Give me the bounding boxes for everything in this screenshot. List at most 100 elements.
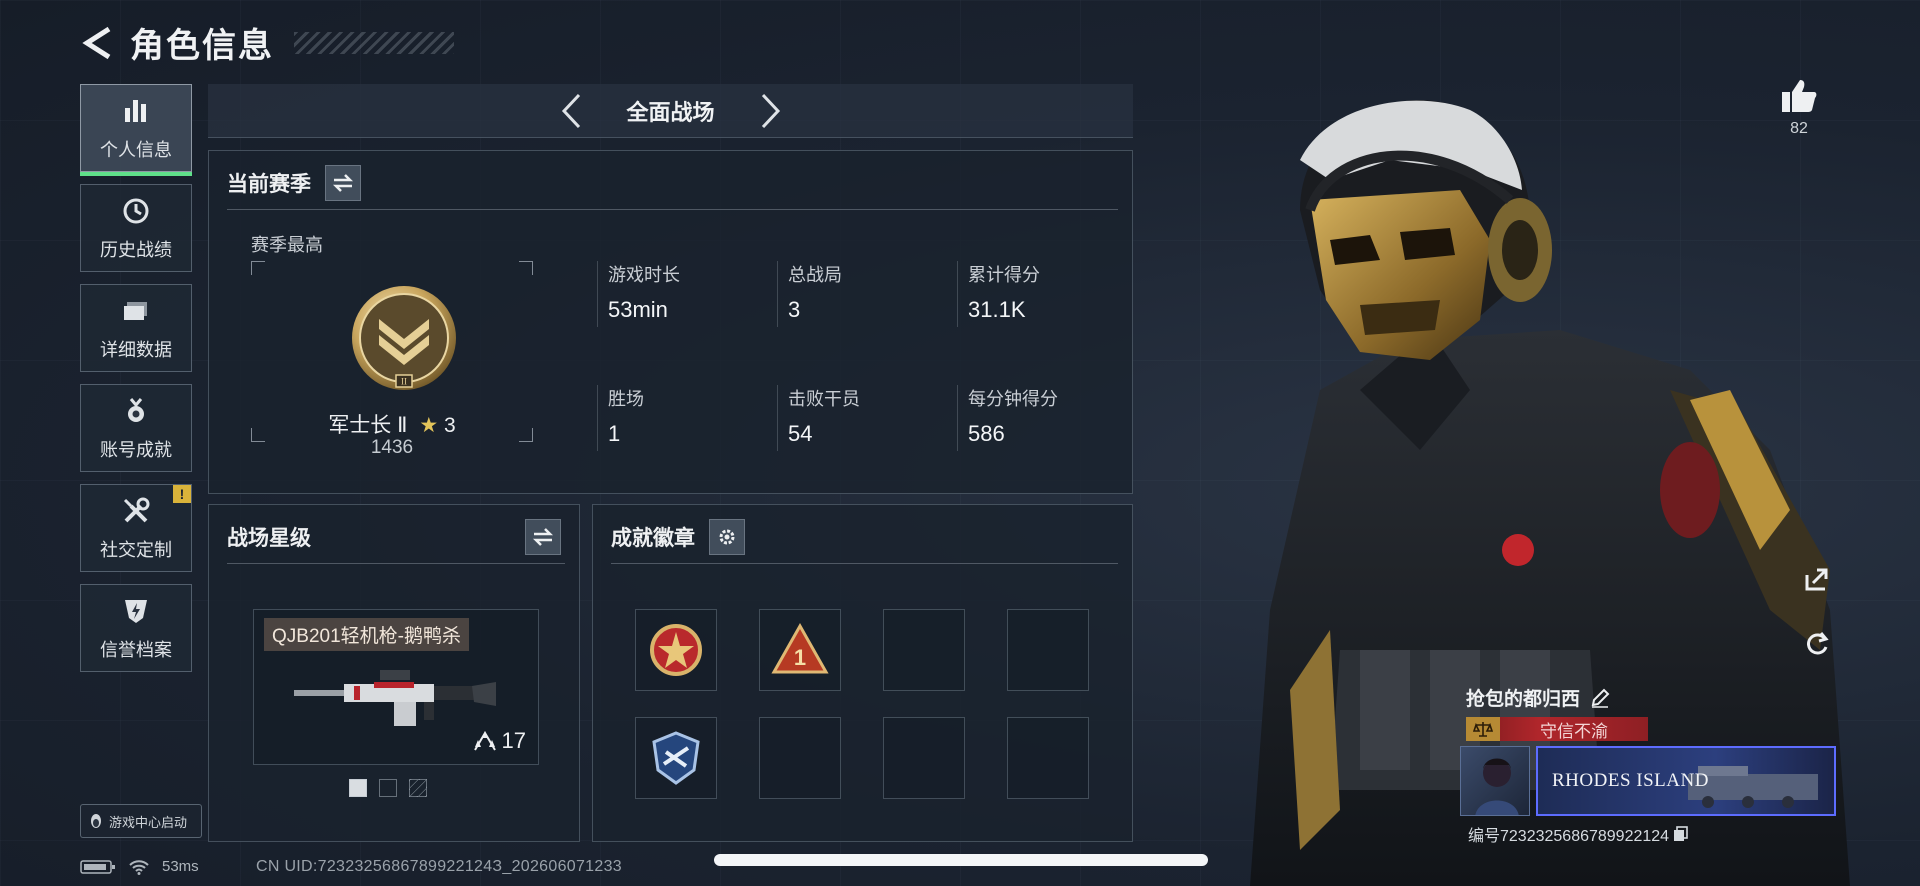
shield-medal-icon	[652, 731, 700, 785]
wifi-icon	[129, 859, 149, 875]
badge-slot-empty[interactable]	[1007, 717, 1089, 799]
star-level-header: 战场星级	[227, 519, 561, 555]
player-name: 抢包的都归西	[1466, 684, 1610, 711]
badges-settings-button[interactable]	[709, 519, 745, 555]
stat-value: 53min	[608, 297, 668, 322]
avatar[interactable]	[1460, 746, 1530, 816]
sidebar-item-history[interactable]: 历史战绩	[80, 184, 192, 272]
penguin-icon	[91, 814, 101, 828]
stat-value: 31.1K	[968, 297, 1026, 322]
badge-slot-empty[interactable]	[759, 717, 841, 799]
lightning-shield-icon	[119, 594, 153, 628]
title-decoration	[294, 31, 454, 54]
clock-icon	[119, 194, 153, 228]
season-header: 当前赛季	[227, 165, 361, 201]
sidebar-item-label: 历史战绩	[100, 240, 172, 260]
sidebar-item-label: 账号成就	[100, 440, 172, 460]
stat-value: 3	[788, 297, 801, 322]
weapon-stars-value: 17	[501, 728, 526, 753]
rank-box: II 军士长 Ⅱ ★ 3 1436	[251, 261, 533, 458]
share-button[interactable]	[1798, 560, 1836, 598]
sidebar-item-reputation[interactable]: 信誉档案	[80, 584, 192, 672]
sidebar-item-label: 个人信息	[100, 140, 172, 160]
swap-icon	[332, 174, 354, 192]
weapon-star-count: 17	[472, 728, 526, 754]
stat-label: 胜场	[608, 389, 644, 409]
battery-icon	[80, 859, 115, 874]
season-switch-button[interactable]	[325, 165, 361, 201]
badge-slot-empty[interactable]	[1007, 609, 1089, 691]
stat-wins: 胜场 1	[597, 385, 777, 451]
season-title: 当前赛季	[227, 173, 311, 196]
svg-text:II: II	[401, 377, 407, 387]
copy-icon[interactable]	[1673, 826, 1689, 842]
stat-label: 每分钟得分	[968, 389, 1058, 409]
like-button[interactable]: 82	[1780, 78, 1818, 138]
rank-title: 军士长 Ⅱ	[328, 414, 408, 437]
badge-slot-empty[interactable]	[883, 609, 965, 691]
ping-value: 53ms	[162, 858, 199, 875]
player-card[interactable]: RHODES ISLAND	[1460, 746, 1836, 816]
sidebar-item-detailed-data[interactable]: 详细数据	[80, 284, 192, 372]
season-stats: 游戏时长 53min 总战局 3 累计得分 31.1K 胜场 1 击败干员 54…	[597, 261, 1137, 451]
stat-label: 总战局	[788, 265, 842, 285]
sidebar-item-label: 社交定制	[100, 540, 172, 560]
stat-value: 1	[608, 421, 621, 446]
home-indicator[interactable]	[714, 854, 1208, 866]
sidebar-item-social-custom[interactable]: ! 社交定制	[80, 484, 192, 572]
player-id-text: 编号7232325686789922124	[1468, 828, 1670, 845]
rank-stars: 3	[444, 414, 456, 437]
season-best-label: 赛季最高	[251, 235, 323, 255]
pager-dot[interactable]	[409, 779, 427, 797]
badge-slot-empty[interactable]	[883, 717, 965, 799]
share-icon	[1805, 568, 1828, 591]
pager	[349, 779, 427, 797]
medal-icon	[119, 394, 153, 428]
reputation-badge: 守信不渝	[1466, 717, 1648, 741]
mode-selector: 全面战场	[208, 84, 1133, 138]
mode-next-button[interactable]	[756, 91, 786, 131]
stat-score-per-minute: 每分钟得分 586	[957, 385, 1137, 451]
sidebar-item-personal-info[interactable]: 个人信息	[80, 84, 192, 176]
mode-prev-button[interactable]	[556, 91, 586, 131]
stat-label: 游戏时长	[608, 265, 680, 285]
uid-text: CN UID:7232325686789922124З_202606071233	[256, 858, 622, 875]
star-icon: ★	[419, 414, 439, 437]
pager-dot[interactable]	[349, 779, 367, 797]
sidebar-item-achievements[interactable]: 账号成就	[80, 384, 192, 472]
header: 角色信息	[78, 18, 454, 67]
refresh-icon	[1807, 632, 1829, 655]
pager-dot[interactable]	[379, 779, 397, 797]
star-level-title: 战场星级	[227, 527, 311, 550]
sidebar-item-label: 详细数据	[100, 340, 172, 360]
triple-star-icon	[473, 731, 496, 751]
stat-total-matches: 总战局 3	[777, 261, 957, 327]
rank-score: 1436	[370, 437, 414, 458]
launch-label: 游戏中心启动	[109, 814, 188, 830]
star-level-switch-button[interactable]	[525, 519, 561, 555]
stat-label: 击败干员	[788, 389, 860, 409]
player-id: 编号7232325686789922124	[1468, 822, 1689, 846]
bar-chart-icon	[119, 94, 153, 128]
badges-panel: 成就徽章 1	[592, 504, 1133, 842]
weapon-card[interactable]: QJB201轻机枪-鹅鸭杀 17	[253, 609, 539, 765]
badge-slot[interactable]	[635, 717, 717, 799]
divider	[611, 563, 1118, 564]
stat-kills: 击败干员 54	[777, 385, 957, 451]
edit-icon[interactable]	[1590, 688, 1610, 708]
like-count: 82	[1790, 120, 1808, 137]
badge-slot[interactable]	[635, 609, 717, 691]
stat-total-score: 累计得分 31.1K	[957, 261, 1137, 327]
stat-label: 累计得分	[968, 265, 1040, 285]
back-button[interactable]	[78, 21, 116, 65]
weapon-name: QJB201轻机枪-鹅鸭杀	[264, 618, 469, 651]
stat-value: 54	[788, 421, 813, 446]
rank-name: 军士长 Ⅱ ★ 3	[251, 409, 533, 439]
badge-slot[interactable]: 1	[759, 609, 841, 691]
game-center-launch[interactable]: 游戏中心启动	[80, 804, 202, 838]
refresh-button[interactable]	[1798, 624, 1836, 662]
triangle-medal-icon: 1	[771, 622, 829, 674]
chevron-left-icon	[561, 93, 580, 128]
rank-emblem-icon: II	[352, 286, 456, 390]
back-arrow-icon	[82, 26, 111, 59]
